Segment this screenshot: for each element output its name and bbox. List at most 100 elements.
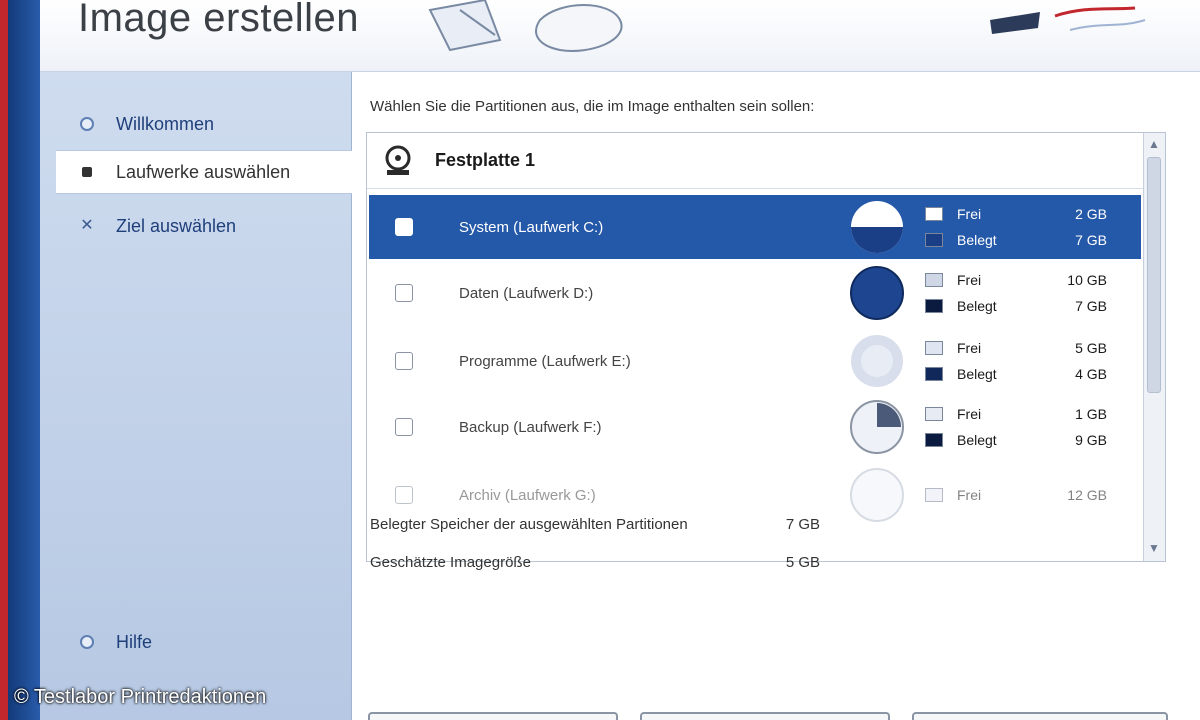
usage-label: Frei bbox=[957, 406, 982, 422]
disk-group-label: Festplatte 1 bbox=[435, 150, 536, 170]
usage-pie-icon bbox=[850, 266, 904, 320]
usage-value: 2 GB bbox=[1075, 206, 1107, 222]
sidebar-item-label: Hilfe bbox=[116, 631, 153, 652]
instruction-text: Wählen Sie die Partitionen aus, die im I… bbox=[370, 98, 815, 115]
usage-pie-icon bbox=[850, 468, 904, 522]
sidebar-item-select-drives[interactable]: Laufwerke auswählen bbox=[56, 150, 352, 194]
usage-label: Frei bbox=[957, 206, 982, 222]
sidebar-item-welcome[interactable]: Willkommen bbox=[56, 102, 352, 146]
main-panel: Wählen Sie die Partitionen aus, die im I… bbox=[352, 72, 1200, 720]
partition-row[interactable]: Backup (Laufwerk F:) Frei 1 GB Belegt 9 … bbox=[369, 395, 1141, 459]
step-pending-icon: ✕ bbox=[80, 217, 94, 234]
partition-row[interactable]: Programme (Laufwerk E:) Frei 5 GB Belegt… bbox=[369, 329, 1141, 393]
app-window: Image erstellen Willkommen Laufwerke aus… bbox=[0, 0, 1200, 720]
usage-free: Frei 5 GB bbox=[925, 335, 1115, 361]
usage-used: Belegt 7 GB bbox=[925, 293, 1115, 319]
color-swatch bbox=[925, 407, 943, 421]
summary-value: 7 GB bbox=[785, 516, 820, 533]
usage-used: Belegt 9 GB bbox=[925, 427, 1115, 453]
color-swatch bbox=[925, 488, 943, 502]
usage-value: 12 GB bbox=[1067, 487, 1107, 503]
usage-label: Belegt bbox=[957, 366, 997, 382]
partition-name: System (Laufwerk C:) bbox=[459, 218, 604, 236]
sidebar-item-label: Willkommen bbox=[116, 113, 215, 134]
scroll-down-icon[interactable]: ▼ bbox=[1147, 541, 1161, 555]
copyright-watermark: © Testlabor Printredaktionen bbox=[14, 686, 267, 708]
color-swatch bbox=[925, 299, 943, 313]
partition-checkbox[interactable] bbox=[395, 418, 413, 436]
scroll-up-icon[interactable]: ▲ bbox=[1147, 137, 1161, 151]
partition-checkbox[interactable] bbox=[395, 284, 413, 302]
usage-label: Frei bbox=[957, 487, 982, 503]
help-icon bbox=[80, 635, 94, 649]
list-scrollbar[interactable]: ▲ ▼ bbox=[1143, 133, 1165, 561]
back-button[interactable] bbox=[368, 712, 618, 720]
step-bullet-icon bbox=[80, 117, 94, 131]
usage-value: 7 GB bbox=[1075, 232, 1107, 248]
usage-used: Belegt 4 GB bbox=[925, 361, 1115, 387]
scroll-thumb[interactable] bbox=[1147, 157, 1161, 393]
sidebar-item-help[interactable]: Hilfe bbox=[56, 620, 352, 664]
usage-free: Frei 10 GB bbox=[925, 267, 1115, 293]
partition-row[interactable]: System (Laufwerk C:) Frei 2 GB Belegt 7 … bbox=[369, 195, 1141, 259]
summary-label: Belegter Speicher der ausgewählten Parti… bbox=[370, 516, 688, 533]
sidebar: Willkommen Laufwerke auswählen ✕ Ziel au… bbox=[40, 72, 352, 720]
brand-logo-icon bbox=[990, 6, 1146, 34]
usage-value: 5 GB bbox=[1075, 340, 1107, 356]
header: Image erstellen bbox=[40, 0, 1200, 72]
usage-legend: Frei 10 GB Belegt 7 GB bbox=[925, 267, 1115, 319]
partition-name: Daten (Laufwerk D:) bbox=[459, 284, 594, 302]
hard-disk-icon bbox=[385, 145, 411, 175]
partition-name: Backup (Laufwerk F:) bbox=[459, 418, 602, 436]
next-button[interactable] bbox=[640, 712, 890, 720]
usage-label: Belegt bbox=[957, 232, 997, 248]
partition-list[interactable]: Festplatte 1 System (Laufwerk C:) Frei 2… bbox=[366, 132, 1166, 562]
usage-label: Belegt bbox=[957, 298, 997, 314]
sidebar-item-label: Ziel auswählen bbox=[116, 215, 237, 236]
usage-label: Frei bbox=[957, 340, 982, 356]
summary-label: Geschätzte Imagegröße bbox=[370, 554, 531, 571]
usage-value: 1 GB bbox=[1075, 406, 1107, 422]
cancel-button[interactable] bbox=[912, 712, 1168, 720]
partition-name: Archiv (Laufwerk G:) bbox=[459, 486, 596, 504]
usage-pie-icon bbox=[851, 201, 903, 253]
usage-value: 9 GB bbox=[1075, 432, 1107, 448]
usage-free: Frei 2 GB bbox=[925, 201, 1115, 227]
usage-free: Frei 1 GB bbox=[925, 401, 1115, 427]
summary-value: 5 GB bbox=[785, 554, 820, 571]
partition-checkbox[interactable] bbox=[395, 486, 413, 504]
color-swatch bbox=[925, 341, 943, 355]
color-swatch bbox=[925, 433, 943, 447]
usage-used: Belegt 7 GB bbox=[925, 227, 1115, 253]
usage-legend: Frei 5 GB Belegt 4 GB bbox=[925, 335, 1115, 387]
color-swatch bbox=[925, 273, 943, 287]
partition-name: Programme (Laufwerk E:) bbox=[459, 352, 631, 370]
partition-row[interactable]: Daten (Laufwerk D:) Frei 10 GB Belegt 7 … bbox=[369, 261, 1141, 325]
usage-free: Frei 12 GB bbox=[925, 482, 1115, 508]
header-decoration-icon bbox=[428, 0, 623, 52]
usage-value: 10 GB bbox=[1067, 272, 1107, 288]
window-title: Image erstellen bbox=[78, 0, 359, 40]
usage-pie-icon bbox=[851, 335, 903, 387]
color-swatch bbox=[925, 207, 943, 221]
disk-group-row[interactable]: Festplatte 1 bbox=[367, 133, 1143, 189]
partition-checkbox[interactable] bbox=[395, 352, 413, 370]
step-current-icon bbox=[82, 167, 92, 177]
color-swatch bbox=[925, 233, 943, 247]
summary-image-size: Geschätzte Imagegröße 5 GB bbox=[370, 554, 850, 571]
usage-value: 4 GB bbox=[1075, 366, 1107, 382]
summary-used-space: Belegter Speicher der ausgewählten Parti… bbox=[370, 516, 850, 533]
color-swatch bbox=[925, 367, 943, 381]
usage-legend: Frei 1 GB Belegt 9 GB bbox=[925, 401, 1115, 453]
usage-pie-icon bbox=[850, 400, 904, 454]
window-edge-red bbox=[0, 0, 8, 720]
usage-legend: Frei 2 GB Belegt 7 GB bbox=[925, 201, 1115, 253]
window-edge-blue bbox=[8, 0, 40, 720]
sidebar-item-label: Laufwerke auswählen bbox=[116, 161, 291, 182]
usage-legend: Frei 12 GB bbox=[925, 482, 1115, 508]
partition-checkbox[interactable] bbox=[395, 218, 413, 236]
usage-label: Belegt bbox=[957, 432, 997, 448]
sidebar-item-select-target[interactable]: ✕ Ziel auswählen bbox=[56, 204, 352, 248]
usage-value: 7 GB bbox=[1075, 298, 1107, 314]
usage-label: Frei bbox=[957, 272, 982, 288]
